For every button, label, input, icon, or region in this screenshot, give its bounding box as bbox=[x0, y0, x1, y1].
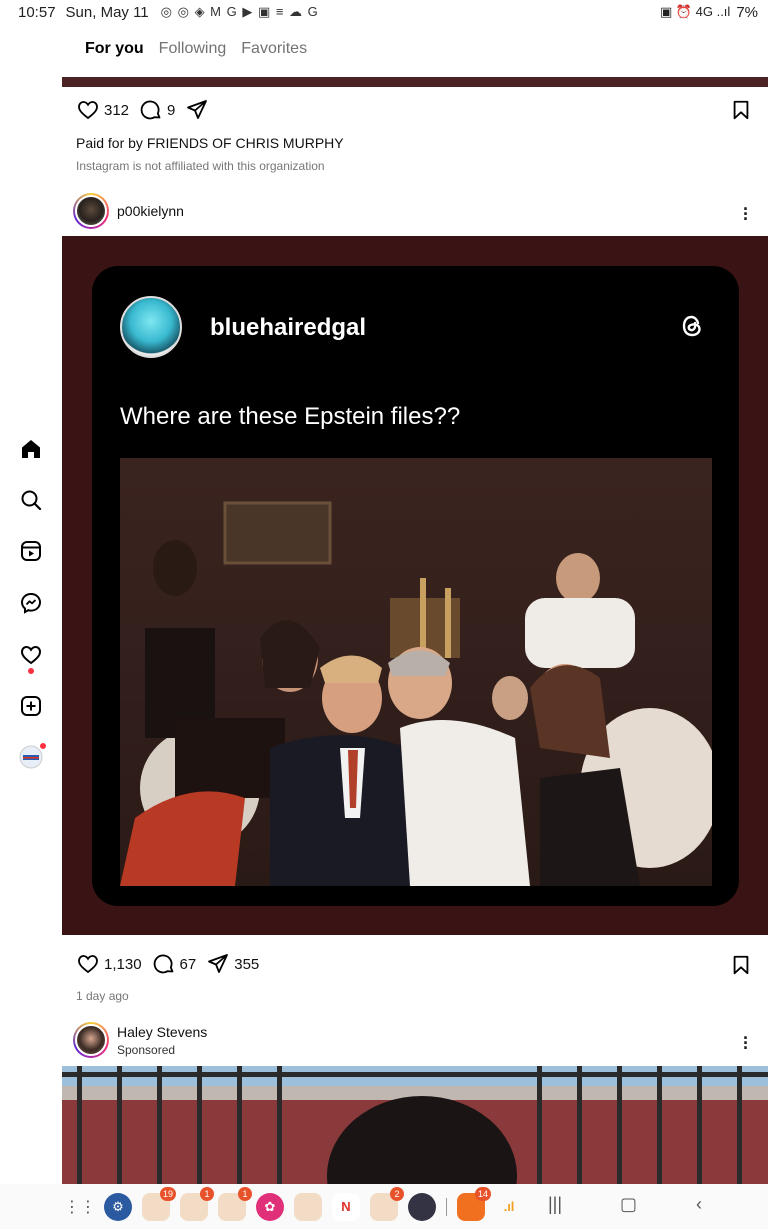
taskbar-divider bbox=[446, 1197, 447, 1216]
recents-button[interactable]: ||| bbox=[548, 1194, 562, 1215]
comment-icon bbox=[140, 100, 161, 120]
badge-count: 1 bbox=[238, 1186, 252, 1201]
avatar[interactable] bbox=[73, 1022, 109, 1058]
flower-app-icon[interactable]: ✿ bbox=[256, 1192, 284, 1221]
badge-count: 1 bbox=[200, 1186, 214, 1201]
system-status-icons: ▣ ⏰ 4G ..ıl bbox=[659, 4, 731, 19]
left-navigation-rail bbox=[0, 24, 62, 1184]
avatar[interactable] bbox=[73, 193, 109, 229]
feed-tabs: For you Following Favorites bbox=[85, 40, 307, 58]
search-icon[interactable] bbox=[18, 487, 44, 513]
notification-icons: ◎ ◎ ◈ M G ▶ ▣ ≡ ☁ G bbox=[160, 4, 319, 19]
post-media[interactable]: bluehairedgal Where are these Epstein fi… bbox=[62, 236, 768, 935]
back-button[interactable]: ‹ bbox=[696, 1194, 702, 1215]
app-folder-3[interactable]: 1 bbox=[218, 1186, 252, 1221]
system-taskbar: ⋮⋮ ⚙ 19 1 1 ✿ N 2 14 .ıl bbox=[0, 1184, 768, 1229]
card-avatar bbox=[120, 296, 182, 358]
settings-app-icon[interactable]: ⚙ bbox=[104, 1192, 132, 1221]
card-username: bluehairedgal bbox=[210, 314, 367, 341]
comment-count: 9 bbox=[167, 101, 176, 119]
profile-avatar[interactable] bbox=[18, 743, 46, 770]
tab-for-you[interactable]: For you bbox=[85, 40, 144, 58]
post-actions: 312 9 bbox=[76, 98, 223, 122]
paid-disclosure: Paid for by FRIENDS OF CHRIS MURPHY bbox=[76, 135, 344, 151]
card-photo bbox=[120, 458, 712, 886]
tab-following[interactable]: Following bbox=[159, 40, 227, 58]
heart-icon bbox=[78, 955, 98, 974]
paid-disclaimer: Instagram is not affiliated with this or… bbox=[76, 159, 325, 173]
like-count: 312 bbox=[104, 101, 130, 119]
status-bar: 10:57 Sun, May 11 ◎ ◎ ◈ M G ▶ ▣ ≡ ☁ G ▣ … bbox=[0, 0, 768, 24]
app-folder-4[interactable] bbox=[294, 1192, 322, 1221]
comment-icon bbox=[153, 954, 173, 974]
app-drawer-icon[interactable]: ⋮⋮ bbox=[64, 1193, 96, 1221]
app-folder-2[interactable]: 1 bbox=[180, 1186, 214, 1221]
post-header: Haley Stevens Sponsored bbox=[73, 1022, 207, 1058]
card-post-text: Where are these Epstein files?? bbox=[120, 403, 461, 430]
comment-button[interactable]: 9 bbox=[139, 98, 175, 122]
more-options-button[interactable]: · · · bbox=[738, 1029, 754, 1057]
badge-count: 19 bbox=[159, 1186, 176, 1201]
messenger-icon[interactable] bbox=[18, 590, 44, 616]
post-actions: 1,130 67 355 bbox=[76, 952, 269, 976]
profile-notification-dot bbox=[40, 743, 46, 749]
home-icon[interactable] bbox=[18, 436, 44, 462]
heart-icon bbox=[78, 101, 98, 120]
like-button[interactable]: 312 bbox=[76, 98, 129, 122]
share-button[interactable]: 355 bbox=[206, 952, 259, 976]
comment-button[interactable]: 67 bbox=[152, 952, 197, 976]
share-icon bbox=[208, 954, 229, 973]
create-post-icon[interactable] bbox=[18, 693, 44, 719]
reels-icon[interactable] bbox=[18, 538, 44, 564]
badge-count: 2 bbox=[390, 1186, 404, 1201]
status-date: Sun, May 11 bbox=[65, 3, 149, 21]
app-folder-1[interactable]: 19 bbox=[142, 1186, 176, 1221]
orange-app-icon[interactable]: 14 bbox=[457, 1186, 491, 1221]
post-timestamp: 1 day ago bbox=[76, 989, 129, 1003]
badge-count: 14 bbox=[474, 1186, 491, 1201]
post-username[interactable]: p00kielynn bbox=[117, 203, 184, 219]
threads-logo-icon bbox=[682, 315, 701, 337]
share-icon bbox=[187, 100, 208, 119]
bookmark-icon[interactable] bbox=[730, 99, 752, 121]
share-count: 355 bbox=[234, 955, 260, 973]
like-button[interactable]: 1,130 bbox=[76, 952, 142, 976]
like-count: 1,130 bbox=[104, 955, 142, 973]
app-folder-5[interactable]: 2 bbox=[370, 1186, 404, 1221]
threads-screenshot-card: bluehairedgal Where are these Epstein fi… bbox=[92, 266, 739, 906]
notification-dot bbox=[28, 668, 34, 674]
recent-app-icon[interactable] bbox=[408, 1192, 436, 1221]
tab-favorites[interactable]: Favorites bbox=[241, 40, 307, 58]
analytics-app-icon[interactable]: .ıl bbox=[495, 1193, 523, 1221]
post-username[interactable]: Haley Stevens bbox=[117, 1024, 207, 1040]
share-button[interactable] bbox=[185, 98, 213, 122]
home-button[interactable]: ▢ bbox=[620, 1194, 637, 1215]
red-n-app-icon[interactable]: N bbox=[332, 1192, 360, 1221]
comment-count: 67 bbox=[179, 955, 197, 973]
more-options-button[interactable]: · · · bbox=[738, 200, 754, 228]
previous-post-media-edge bbox=[62, 77, 768, 87]
post-author-block: Haley Stevens Sponsored bbox=[117, 1024, 207, 1057]
battery-level: 7% bbox=[736, 3, 758, 21]
status-time: 10:57 bbox=[18, 3, 56, 21]
bookmark-icon[interactable] bbox=[730, 954, 752, 976]
notifications-heart-icon[interactable] bbox=[18, 642, 44, 674]
post-header: p00kielynn bbox=[73, 193, 184, 229]
post-media[interactable] bbox=[62, 1066, 768, 1184]
sponsored-label: Sponsored bbox=[117, 1042, 176, 1057]
